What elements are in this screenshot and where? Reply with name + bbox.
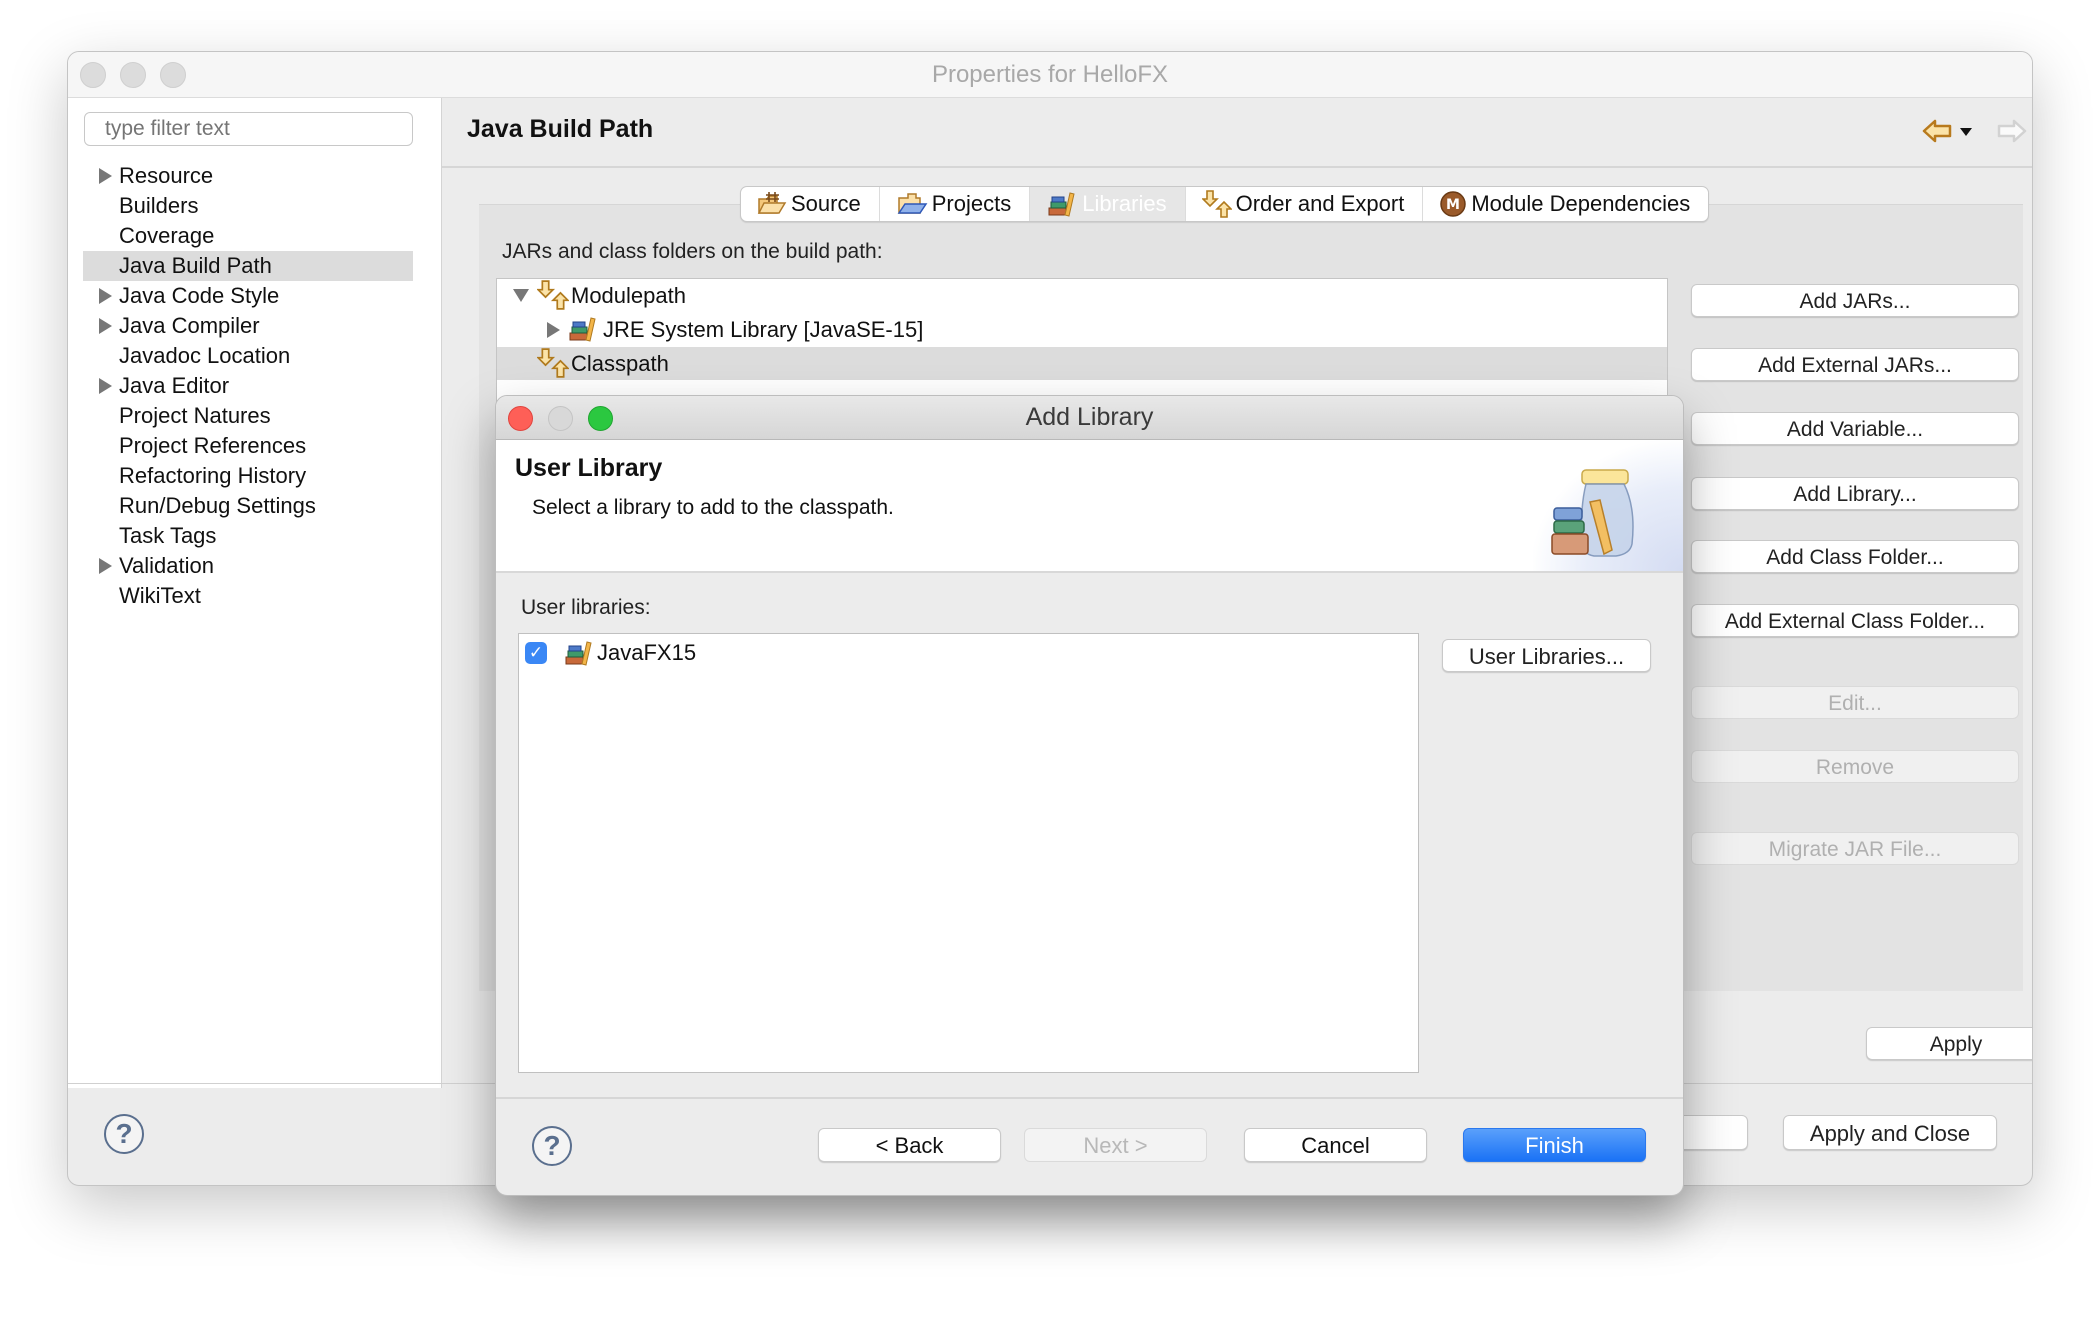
tab-order-and-export[interactable]: Order and Export	[1186, 187, 1424, 221]
expand-icon[interactable]	[99, 378, 112, 394]
build-path-label: JARs and class folders on the build path…	[502, 240, 883, 263]
sidebar-item-java-compiler[interactable]: Java Compiler	[68, 311, 441, 341]
tab-label: Libraries	[1082, 191, 1167, 216]
tab-module-dependencies[interactable]: M Module Dependencies	[1423, 187, 1708, 221]
sidebar-item-javadoc-location[interactable]: Javadoc Location	[68, 341, 441, 371]
library-icon	[565, 641, 592, 666]
help-icon[interactable]: ?	[532, 1126, 572, 1166]
back-arrow-icon[interactable]	[1922, 118, 1972, 144]
tab-label: Source	[791, 191, 861, 216]
add-jars-button[interactable]: Add JARs...	[1691, 284, 2019, 317]
sidebar-item-builders[interactable]: Builders	[68, 191, 441, 221]
tree-item-modulepath[interactable]: Modulepath	[497, 279, 1667, 312]
tab-label: Order and Export	[1235, 191, 1405, 216]
add-variable-button[interactable]: Add Variable...	[1691, 412, 2019, 445]
window-title: Properties for HelloFX	[931, 61, 1169, 88]
user-libraries-label: User libraries:	[521, 596, 651, 619]
wizard-title: User Library	[515, 454, 663, 482]
migrate-jar-file-button: Migrate JAR File...	[1691, 832, 2019, 865]
remove-button: Remove	[1691, 750, 2019, 783]
user-libraries-list[interactable]: ✓ JavaFX15	[518, 633, 1419, 1073]
library-icon	[569, 317, 596, 342]
sidebar-item-project-natures[interactable]: Project Natures	[68, 401, 441, 431]
cancel-button[interactable]: Cancel	[1244, 1128, 1427, 1162]
help-icon[interactable]: ?	[104, 1114, 144, 1154]
sidebar-item-java-code-style[interactable]: Java Code Style	[68, 281, 441, 311]
sidebar-item-wikitext[interactable]: WikiText	[68, 581, 441, 611]
sidebar-item-project-references[interactable]: Project References	[68, 431, 441, 461]
page-header: Java Build Path	[442, 98, 2032, 168]
expand-icon[interactable]	[99, 168, 112, 184]
add-external-jars-button[interactable]: Add External JARs...	[1691, 348, 2019, 381]
filter-input[interactable]	[84, 112, 413, 146]
forward-arrow-icon	[1995, 118, 2027, 144]
expand-icon[interactable]	[99, 288, 112, 304]
window-title-bar: Properties for HelloFX	[68, 52, 2032, 98]
dialog-title: Add Library	[1025, 403, 1154, 431]
tab-label: Module Dependencies	[1471, 191, 1691, 216]
svg-text:M: M	[1446, 197, 1460, 213]
source-folder-icon	[757, 192, 787, 214]
tab-source[interactable]: Source	[741, 187, 880, 221]
add-library-button[interactable]: Add Library...	[1691, 477, 2019, 510]
tab-libraries[interactable]: Libraries	[1030, 187, 1186, 221]
add-external-class-folder-button[interactable]: Add External Class Folder...	[1691, 604, 2019, 637]
tree-item-label: JRE System Library [JavaSE-15]	[603, 317, 924, 342]
expand-icon[interactable]	[99, 318, 112, 334]
page-title: Java Build Path	[467, 115, 654, 143]
back-history-dropdown-icon[interactable]	[1960, 128, 1972, 136]
sidebar-item-java-editor[interactable]: Java Editor	[68, 371, 441, 401]
library-icon	[1048, 192, 1075, 217]
back-button[interactable]: < Back	[818, 1128, 1001, 1162]
wizard-description: Select a library to add to the classpath…	[532, 496, 894, 519]
build-path-tabs: Source Projects Libraries Order and Expo…	[740, 186, 1710, 222]
classpath-container-icon	[537, 348, 569, 378]
library-name: JavaFX15	[597, 640, 697, 665]
library-checkbox[interactable]: ✓	[525, 642, 547, 664]
sidebar-item-resource[interactable]: Resource	[68, 161, 441, 191]
sidebar-item-validation[interactable]: Validation	[68, 551, 441, 581]
collapse-icon[interactable]	[513, 289, 529, 302]
tree-item-label: Modulepath	[571, 283, 686, 308]
expand-icon[interactable]	[547, 322, 560, 338]
projects-folder-icon	[897, 193, 928, 214]
sidebar-item-task-tags[interactable]: Task Tags	[68, 521, 441, 551]
apply-button[interactable]: Apply	[1866, 1027, 2032, 1060]
tree-item-classpath[interactable]: Classpath	[497, 347, 1667, 380]
sidebar-item-java-build-path[interactable]: Java Build Path	[83, 251, 413, 281]
classpath-container-icon	[537, 280, 569, 310]
add-library-dialog: Add Library User Library Select a librar…	[495, 395, 1684, 1196]
apply-and-close-button[interactable]: Apply and Close	[1783, 1115, 1997, 1150]
preferences-sidebar: Resource Builders Coverage Java Build Pa…	[68, 98, 442, 1088]
add-class-folder-button[interactable]: Add Class Folder...	[1691, 540, 2019, 573]
sidebar-item-refactoring-history[interactable]: Refactoring History	[68, 461, 441, 491]
sidebar-item-run-debug-settings[interactable]: Run/Debug Settings	[68, 491, 441, 521]
next-button: Next >	[1024, 1128, 1207, 1162]
finish-button[interactable]: Finish	[1463, 1128, 1646, 1162]
library-jar-icon	[1551, 469, 1634, 557]
tab-label: Projects	[931, 191, 1012, 216]
sidebar-item-coverage[interactable]: Coverage	[68, 221, 441, 251]
tree-item-label: Classpath	[571, 351, 669, 376]
expand-icon[interactable]	[99, 558, 112, 574]
user-libraries-button[interactable]: User Libraries...	[1442, 639, 1651, 672]
tab-projects[interactable]: Projects	[880, 187, 1031, 221]
edit-button: Edit...	[1691, 686, 2019, 719]
module-icon: M	[1440, 191, 1467, 217]
tree-item-jre-system-library[interactable]: JRE System Library [JavaSE-15]	[497, 313, 1667, 346]
wizard-header: User Library Select a library to add to …	[496, 440, 1683, 573]
dialog-footer-divider	[496, 1097, 1683, 1099]
dialog-title-bar: Add Library	[496, 396, 1683, 440]
order-export-icon	[1201, 190, 1232, 218]
